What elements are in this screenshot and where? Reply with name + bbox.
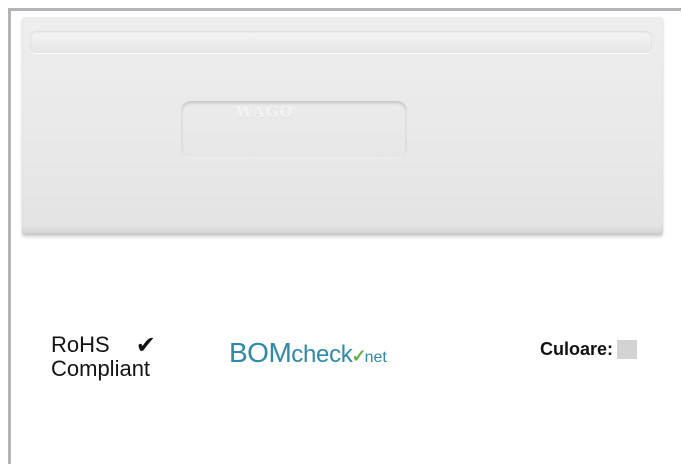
- color-swatch: [617, 340, 638, 359]
- plate-bottom-edge: [22, 225, 663, 235]
- color-label: Culoare:: [540, 339, 614, 359]
- bomcheck-logo-check: check: [291, 341, 353, 368]
- product-color-info: Culoare:: [540, 339, 638, 360]
- bomcheck-logo-bom: BOM: [229, 337, 292, 368]
- compliant-label: Compliant: [51, 356, 151, 381]
- rohs-label: RoHS: [51, 332, 110, 357]
- plate-marking-window: [181, 101, 407, 159]
- rohs-compliant-badge: RoHS ✔ Compliant: [51, 333, 191, 381]
- checkmark-icon: ✔: [135, 331, 156, 359]
- plate-top-rail: [30, 31, 652, 53]
- bomcheck-logo: BOM check ✓ net: [229, 337, 387, 369]
- product-image-cover-plate: WAGO: [22, 17, 663, 235]
- plate-embossed-logo: WAGO: [236, 103, 294, 121]
- bomcheck-logo-net: net: [364, 349, 387, 366]
